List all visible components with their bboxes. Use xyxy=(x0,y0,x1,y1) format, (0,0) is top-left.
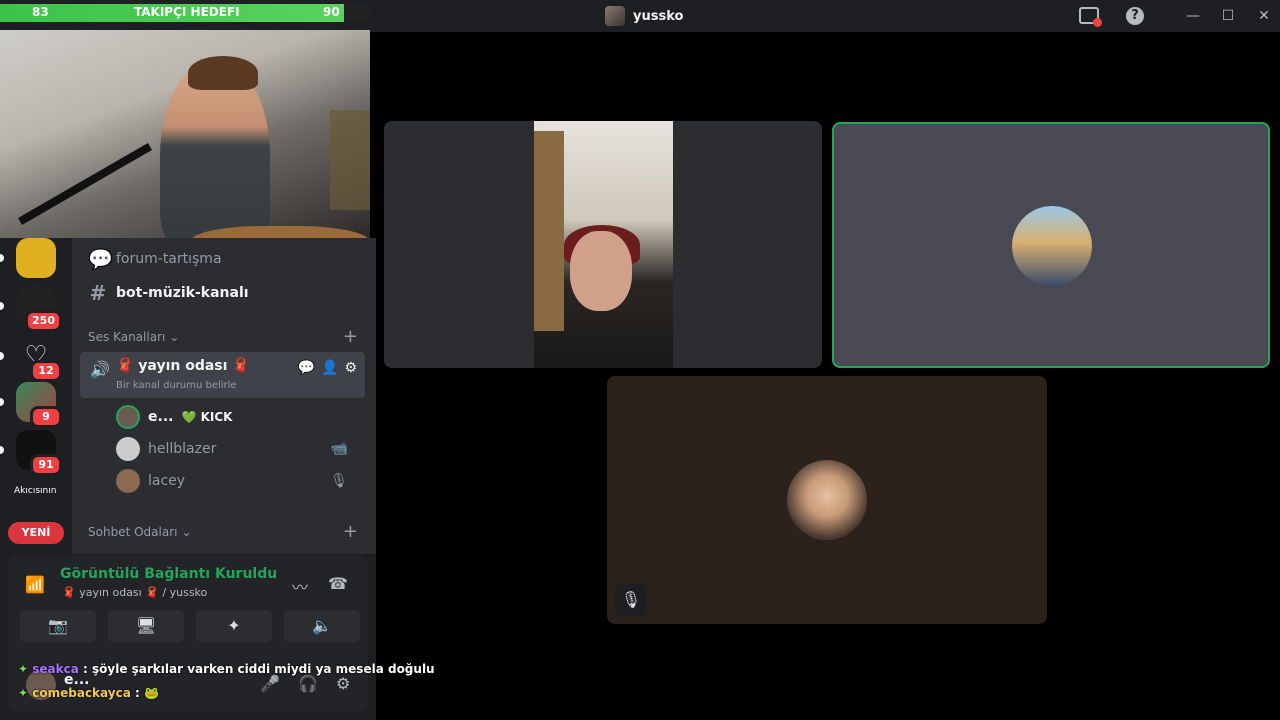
chat-text: : 🐸 xyxy=(134,686,159,700)
unread-pill xyxy=(0,254,4,262)
server-icon[interactable]: 250 xyxy=(0,286,62,332)
member-name: e... xyxy=(148,409,174,425)
chat-user: seakca xyxy=(32,662,79,676)
category-label: Sohbet Odaları xyxy=(88,525,178,539)
mention-badge: 12 xyxy=(30,360,62,382)
connection-subtitle[interactable]: 🧣 yayın odası 🧣 / yussko xyxy=(62,586,207,599)
mic-muted-icon: 🎙 xyxy=(330,473,348,489)
connection-title[interactable]: Görüntülü Bağlantı Kuruldu xyxy=(60,566,277,582)
unread-pill xyxy=(0,302,4,310)
camera-off-button[interactable]: 📷 xyxy=(20,610,96,642)
channel-label: bot-müzik-kanalı xyxy=(116,285,249,301)
noise-suppression-icon[interactable]: 〰 xyxy=(292,574,308,598)
unread-pill xyxy=(0,446,4,454)
goal-title: TAKIPÇI HEDEFI xyxy=(134,5,240,19)
chevron-down-icon: ⌄ xyxy=(169,330,180,344)
add-channel-icon[interactable]: + xyxy=(343,521,358,542)
sparkle-icon: ✦ xyxy=(18,662,29,676)
voice-member[interactable]: hellblazer 📹 xyxy=(116,436,356,462)
maximize-icon[interactable]: ☐ xyxy=(1218,6,1238,26)
curtain-shape xyxy=(534,131,564,331)
minimize-icon[interactable]: — xyxy=(1183,6,1203,26)
signal-icon[interactable]: 📶 xyxy=(22,572,48,598)
camera-feed xyxy=(534,121,673,368)
server-icon[interactable]: ♡ 12 xyxy=(0,336,62,382)
disconnect-icon[interactable]: ☎ xyxy=(328,574,348,593)
chat-icon[interactable]: 💬 xyxy=(298,360,315,376)
channel-bot-music[interactable]: # bot-müzik-kanalı xyxy=(88,280,249,306)
voice-member[interactable]: lacey 🎙 xyxy=(116,468,356,494)
channel-list: 💬 forum-tartışma # bot-müzik-kanalı Ses … xyxy=(72,238,376,554)
gear-icon[interactable]: ⚙ xyxy=(344,360,357,376)
server-icon[interactable]: 9 xyxy=(0,382,62,428)
chat-message: ✦ comebackayca : 🐸 xyxy=(18,686,159,700)
member-tag: 💚 KICK xyxy=(181,410,233,424)
mention-badge: 250 xyxy=(25,310,62,332)
invite-icon[interactable]: 👤 xyxy=(321,360,338,376)
chat-user: comebackayca xyxy=(32,686,131,700)
mention-badge: 9 xyxy=(30,406,62,428)
video-tile-speaking[interactable] xyxy=(832,122,1270,368)
chat-message: ✦ seakca : şöyle şarkılar varken ciddi m… xyxy=(18,662,435,676)
member-name: lacey xyxy=(148,473,186,489)
activities-button[interactable]: ✦ xyxy=(196,610,272,642)
chevron-down-icon: ⌄ xyxy=(181,525,192,539)
server-icon[interactable]: 91 xyxy=(0,430,62,476)
window-title: yussko xyxy=(605,6,683,26)
forum-icon: 💬 xyxy=(88,247,113,271)
avatar xyxy=(116,469,140,493)
background-shape xyxy=(330,110,370,210)
help-icon[interactable]: ? xyxy=(1126,7,1144,25)
category-label: Ses Kanalları xyxy=(88,330,166,344)
avatar xyxy=(116,437,140,461)
participant-avatar xyxy=(1012,206,1092,286)
face-shape xyxy=(570,231,632,311)
voice-member[interactable]: e... 💚 KICK xyxy=(116,404,232,430)
microphone-icon[interactable]: 🎤 xyxy=(260,674,280,693)
participant-avatar xyxy=(787,460,867,540)
mention-badge: 91 xyxy=(30,454,62,476)
mic-muted-icon: 🎙 xyxy=(615,584,647,616)
avatar xyxy=(116,405,140,429)
add-channel-icon[interactable]: + xyxy=(343,326,358,347)
goal-current: 83 xyxy=(32,5,49,19)
voice-channel-name: 🧣 yayın odası 🧣 xyxy=(116,358,250,374)
server-list: 250 ♡ 12 9 91 xyxy=(0,238,72,554)
sparkle-icon: ✦ xyxy=(18,686,29,700)
member-name: hellblazer xyxy=(148,441,217,457)
title-avatar xyxy=(605,6,625,26)
window-title-text: yussko xyxy=(633,8,684,24)
screen-share-button[interactable]: 🖥 xyxy=(108,610,184,642)
speaker-icon: 🔊 xyxy=(90,360,110,379)
voice-status-text[interactable]: Bir kanal durumu belirle xyxy=(116,380,237,391)
channel-label: forum-tartışma xyxy=(116,251,222,267)
inbox-icon[interactable] xyxy=(1079,7,1102,27)
channel-forum[interactable]: 💬 forum-tartışma xyxy=(88,246,222,272)
soundboard-button[interactable]: 🔈 xyxy=(284,610,360,642)
close-icon[interactable]: ✕ xyxy=(1254,6,1274,26)
voice-channel-selected[interactable]: 🔊 🧣 yayın odası 🧣 Bir kanal durumu belir… xyxy=(80,352,365,398)
category-voice[interactable]: Ses Kanalları ⌄ xyxy=(88,330,179,344)
server-label[interactable]: Akıcısının xyxy=(14,486,58,496)
server-icon[interactable] xyxy=(0,238,56,278)
notification-dot xyxy=(1093,18,1102,27)
camera-icon: 📹 xyxy=(330,441,348,457)
new-badge[interactable]: YENİ xyxy=(8,522,64,544)
hair-shape xyxy=(188,56,258,90)
chat-text: : şöyle şarkılar varken ciddi miydi ya m… xyxy=(83,662,435,676)
hash-icon: # xyxy=(89,281,107,305)
unread-pill xyxy=(0,398,4,406)
goal-target: 90 xyxy=(323,5,340,19)
mic-arm-shape xyxy=(18,143,152,225)
follower-goal-bar: 83 TAKIPÇI HEDEFI 90 xyxy=(0,4,370,22)
video-tile-camera[interactable] xyxy=(384,121,822,368)
headphones-icon[interactable]: 🎧 xyxy=(298,674,318,693)
video-tile-muted[interactable]: 🎙 xyxy=(607,376,1047,624)
gear-icon[interactable]: ⚙ xyxy=(336,674,350,693)
webcam-overlay xyxy=(0,30,370,238)
category-chat[interactable]: Sohbet Odaları ⌄ xyxy=(88,525,192,539)
unread-pill xyxy=(0,352,4,360)
